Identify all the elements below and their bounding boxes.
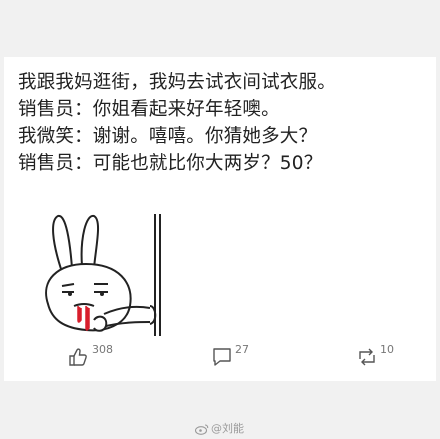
rabbit-meme-image (45, 214, 161, 336)
comment-count: 27 (235, 343, 249, 356)
weibo-logo-icon (195, 424, 209, 435)
thumbs-up-icon (69, 348, 87, 366)
post-line-4: 销售员：可能也就比你大两岁？50？ (18, 153, 323, 174)
like-count: 308 (92, 343, 113, 356)
comment-bubble-icon (213, 348, 231, 366)
post-line-2: 销售员：你姐看起来好年轻噢。 (18, 99, 280, 120)
post-actions: 308 27 10 (4, 339, 436, 375)
post-text: 我跟我妈逛街，我妈去试衣间试衣服。 销售员：你姐看起来好年轻噢。 我微笑：谢谢。… (18, 69, 428, 177)
post-line-1: 我跟我妈逛街，我妈去试衣间试衣服。 (18, 72, 336, 93)
repost-arrows-icon (359, 348, 375, 366)
watermark-text: @刘能 (211, 422, 244, 435)
watermark: @刘能 (195, 420, 244, 436)
post-line-3: 我微笑：谢谢。嘻嘻。你猜她多大？ (18, 126, 318, 147)
post-card: 我跟我妈逛街，我妈去试衣间试衣服。 销售员：你姐看起来好年轻噢。 我微笑：谢谢。… (4, 57, 436, 381)
repost-count: 10 (380, 343, 394, 356)
